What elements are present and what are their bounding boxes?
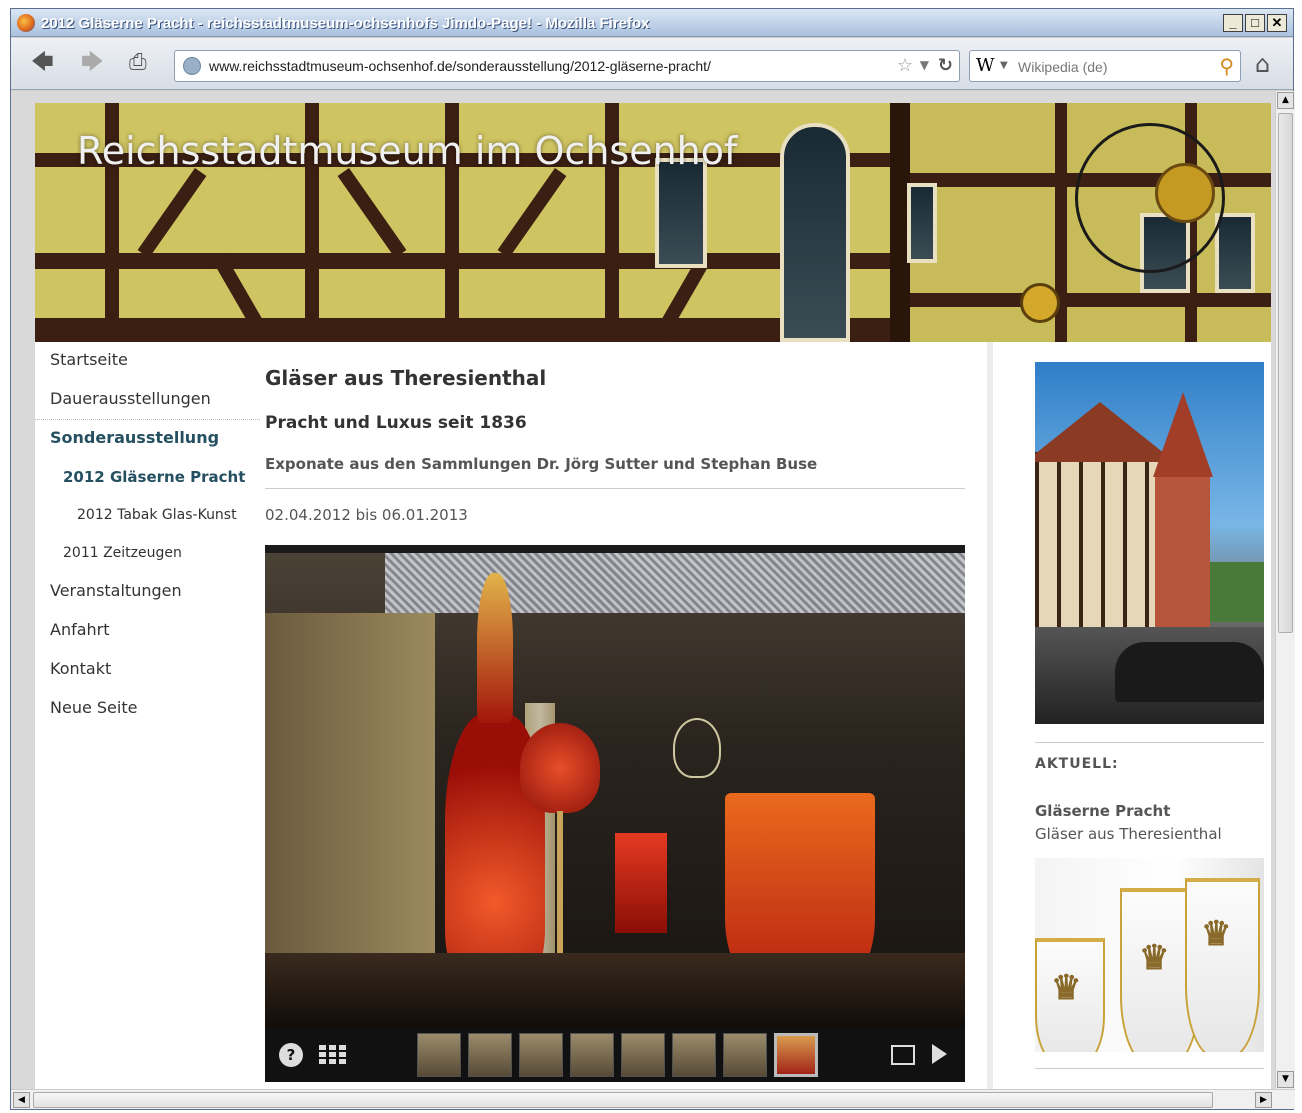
history-dropdown-icon[interactable]: ▼ [920,58,929,72]
nav-item-sonderausstellung[interactable]: Sonderausstellung [35,420,260,459]
site-header: Reichsstadtmuseum im Ochsenhof [35,103,1271,342]
back-arrow-icon[interactable]: 🡄 [31,52,54,74]
gallery-thumbnail-active[interactable] [774,1033,818,1077]
thumbnail-strip [417,1033,818,1077]
scroll-up-icon[interactable]: ▲ [1277,92,1294,109]
glasses-photo[interactable]: ♛ ♛ ♛ [1035,858,1264,1052]
page-viewport: Reichsstadtmuseum im Ochsenhof Startseit… [11,91,1275,1089]
help-icon[interactable]: ? [279,1043,303,1067]
nav-item-neue-seite[interactable]: Neue Seite [35,690,260,729]
gallery-thumbnail[interactable] [621,1033,665,1077]
exhibition-dates: 02.04.2012 bis 06.01.2013 [265,506,468,524]
scroll-left-icon[interactable]: ◀ [13,1092,30,1108]
news-subtitle: Gläser aus Theresienthal [1035,825,1222,843]
web-page: Reichsstadtmuseum im Ochsenhof Startseit… [35,103,1271,1089]
search-bar[interactable]: W ▼ Wikipedia (de) ⚲ [969,50,1241,82]
title-bar[interactable]: 2012 Gläserne Pracht - reichsstadtmuseum… [11,9,1293,37]
firefox-icon [17,14,35,32]
search-icon[interactable]: ⚲ [1219,54,1234,78]
window-title: 2012 Gläserne Pracht - reichsstadtmuseum… [41,15,650,32]
site-identity-icon[interactable] [183,57,201,75]
main-navigation: Startseite Dauerausstellungen Sonderauss… [35,342,260,729]
forward-arrow-icon[interactable]: 🡆 [81,52,104,74]
nav-item-dauerausstellungen[interactable]: Dauerausstellungen [35,381,260,420]
play-icon[interactable] [932,1044,947,1064]
home-icon[interactable]: ⌂ [1255,50,1270,78]
bookmark-star-icon[interactable]: ☆ [897,55,913,76]
nav-item-veranstaltungen[interactable]: Veranstaltungen [35,573,260,612]
nav-item-2012-tabak-glas-kunst[interactable]: 2012 Tabak Glas-Kunst [35,497,260,535]
gallery-thumbnail[interactable] [417,1033,461,1077]
vertical-scrollbar[interactable]: ▲ ▼ [1275,91,1295,1089]
navigation-toolbar: 🡄 🡆 ⎙ www.reichsstadtmuseum-ochsenhof.de… [11,38,1293,90]
nav-item-2011-zeitzeugen[interactable]: 2011 Zeitzeugen [35,535,260,573]
horizontal-scroll-thumb[interactable] [33,1092,1213,1108]
gallery-controls: ? [265,1027,965,1082]
horizontal-scrollbar[interactable]: ◀ ▶ [11,1089,1295,1109]
search-input[interactable]: Wikipedia (de) [1018,59,1107,75]
nav-item-2012-glaeserne-pracht[interactable]: 2012 Gläserne Pracht [35,459,260,497]
gallery-thumbnail[interactable] [519,1033,563,1077]
gallery-thumbnail[interactable] [672,1033,716,1077]
gallery-photo[interactable] [265,553,965,1027]
divider [265,488,965,489]
fullscreen-icon[interactable] [891,1045,915,1065]
gallery-thumbnail[interactable] [723,1033,767,1077]
news-title[interactable]: Gläserne Pracht [1035,802,1170,820]
site-title[interactable]: Reichsstadtmuseum im Ochsenhof [77,129,737,173]
minimize-button[interactable]: _ [1223,14,1243,32]
divider [1035,1068,1264,1069]
nav-item-startseite[interactable]: Startseite [35,342,260,381]
museum-building-photo[interactable] [1035,362,1264,724]
grid-view-icon[interactable] [319,1045,346,1065]
page-subheading: Pracht und Luxus seit 1836 [265,413,527,433]
url-text[interactable]: www.reichsstadtmuseum-ochsenhof.de/sonde… [209,58,711,74]
maximize-button[interactable]: □ [1245,14,1265,32]
exhibits-line: Exponate aus den Sammlungen Dr. Jörg Sut… [265,455,818,473]
gallery-thumbnail[interactable] [468,1033,512,1077]
address-bar[interactable]: www.reichsstadtmuseum-ochsenhof.de/sonde… [174,50,960,82]
browser-window: 2012 Gläserne Pracht - reichsstadtmuseum… [10,8,1295,1110]
divider [1035,742,1264,743]
scroll-thumb[interactable] [1278,113,1293,633]
right-sidebar: AKTUELL: Gläserne Pracht Gläser aus Ther… [987,342,1271,1089]
gallery-thumbnail[interactable] [570,1033,614,1077]
print-icon[interactable]: ⎙ [129,52,147,74]
scroll-down-icon[interactable]: ▼ [1277,1071,1294,1088]
close-button[interactable]: ✕ [1267,14,1287,32]
section-label: AKTUELL: [1035,756,1119,772]
page-heading: Gläser aus Theresienthal [265,366,547,390]
reload-icon[interactable]: ↻ [938,55,953,76]
engine-dropdown-icon[interactable]: ▼ [1000,60,1008,71]
image-gallery[interactable]: ? [265,545,965,1082]
window-controls: _ □ ✕ [1223,14,1287,32]
wikipedia-icon[interactable]: W [976,55,995,76]
nav-item-anfahrt[interactable]: Anfahrt [35,612,260,651]
nav-item-kontakt[interactable]: Kontakt [35,651,260,690]
scroll-right-icon[interactable]: ▶ [1255,1092,1272,1108]
